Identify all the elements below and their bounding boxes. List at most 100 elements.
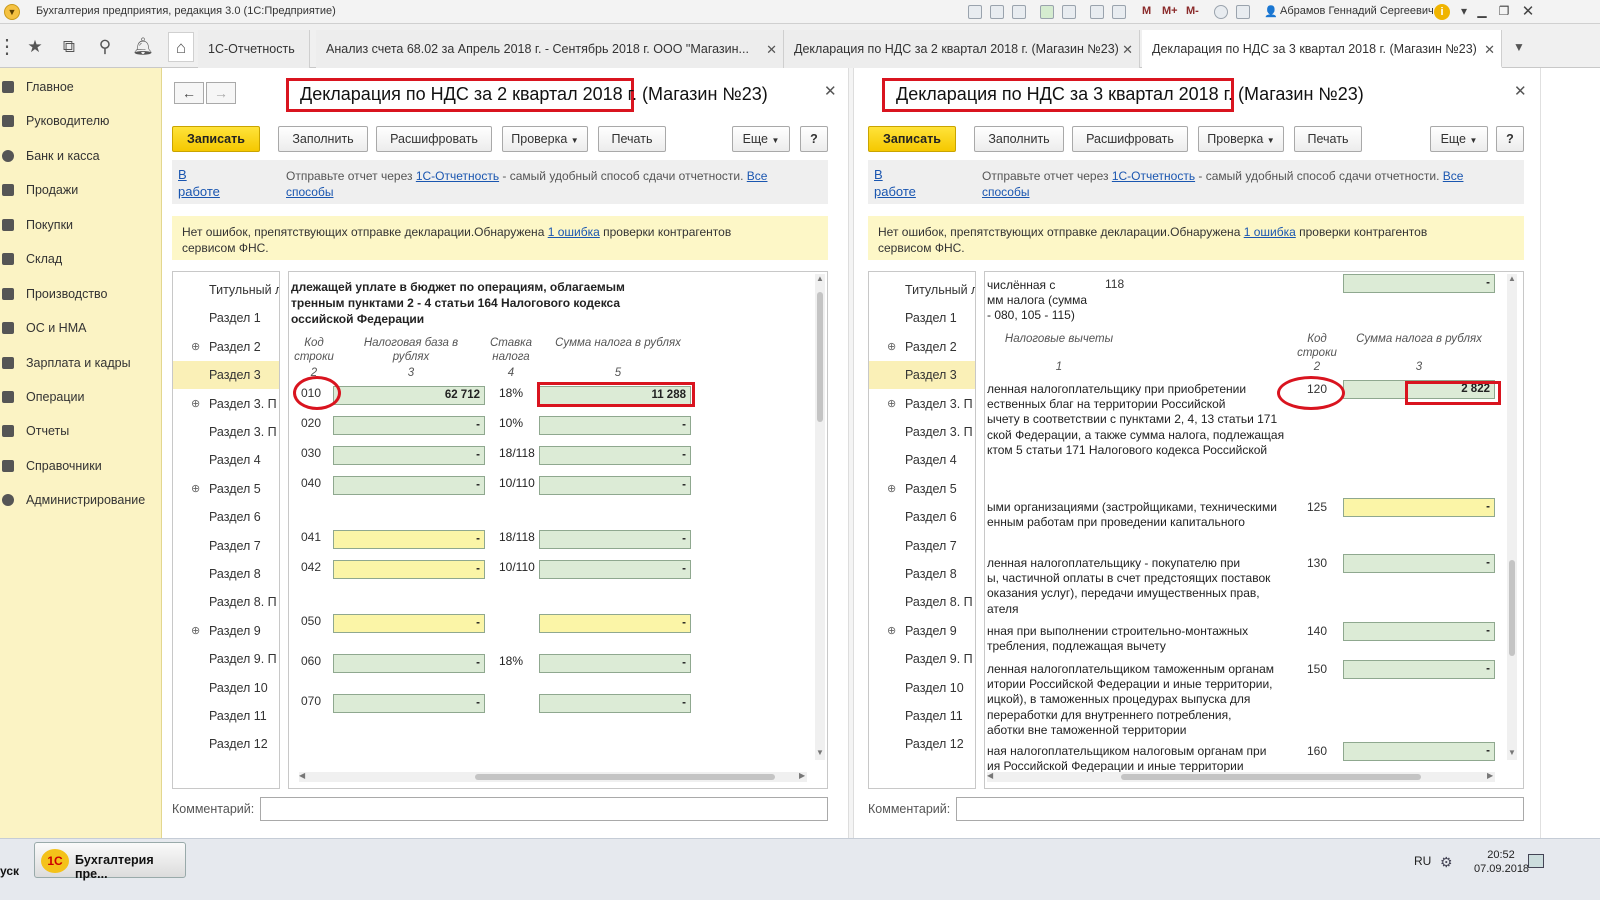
close-icon[interactable]: ✕ — [766, 42, 777, 58]
close-icon[interactable]: ✕ — [824, 82, 837, 100]
error-link[interactable]: 1 ошибка — [1244, 225, 1296, 239]
sidebar-item-bank[interactable]: Банк и касса — [0, 145, 160, 167]
sidebar-item-catalogs[interactable]: Справочники — [0, 455, 160, 477]
tax-base-field[interactable]: - — [333, 694, 485, 713]
search-icon[interactable]: ⚲ — [94, 36, 116, 58]
system-clock[interactable]: 20:52 07.09.2018 — [1474, 848, 1529, 876]
current-user[interactable]: Абрамов Геннадий Сергеевич — [1280, 5, 1434, 17]
fill-button[interactable]: Заполнить — [278, 126, 368, 152]
sidebar-item-main[interactable]: Главное — [0, 76, 160, 98]
sidebar-item-purchases[interactable]: Покупки — [0, 214, 160, 236]
tax-sum-field[interactable]: - — [539, 476, 691, 495]
comment-input[interactable] — [260, 797, 828, 821]
expand-icon[interactable]: ⊕ — [191, 617, 200, 645]
expand-icon[interactable]: ⊕ — [887, 617, 896, 645]
gear-icon[interactable]: ⚙ — [1440, 854, 1453, 871]
fill-button[interactable]: Заполнить — [974, 126, 1064, 152]
star-icon[interactable]: ★ — [24, 36, 46, 58]
sidebar-item-payroll[interactable]: Зарплата и кадры — [0, 352, 160, 374]
print-button[interactable]: Печать — [1294, 126, 1362, 152]
tree-item[interactable]: Титульный л — [869, 276, 975, 304]
scroll-thumb[interactable] — [817, 292, 823, 422]
tax-base-field[interactable]: - — [333, 530, 485, 549]
chevron-left-icon[interactable]: ◀ — [299, 771, 305, 780]
sidebar-item-assets[interactable]: ОС и НМА — [0, 317, 160, 339]
tax-base-field[interactable]: - — [333, 654, 485, 673]
tree-item[interactable]: ⊕ Раздел 3. П — [869, 390, 975, 418]
home-icon[interactable]: ⌂ — [168, 32, 194, 62]
tree-item[interactable]: Раздел 11 — [869, 702, 975, 730]
all-methods-link[interactable]: Все — [747, 169, 768, 183]
restore-button[interactable]: ❐ — [1494, 3, 1514, 20]
tree-item[interactable]: Раздел 8. П — [173, 588, 279, 616]
tree-item[interactable]: Раздел 11 — [173, 702, 279, 730]
menu-icon[interactable]: ⋮ — [0, 36, 18, 58]
sidebar-item-reports[interactable]: Отчеты — [0, 420, 160, 442]
expand-icon[interactable]: ⊕ — [887, 390, 896, 418]
tree-item[interactable]: Раздел 8 — [869, 560, 975, 588]
tax-deduction-field[interactable]: - — [1343, 742, 1495, 761]
chevron-down-icon[interactable]: ▾ — [1454, 3, 1474, 20]
more-dropdown[interactable]: Еще ▼ — [732, 126, 790, 152]
decode-button[interactable]: Расшифровать — [376, 126, 492, 152]
tree-item[interactable]: Раздел 6 — [173, 503, 279, 531]
close-window-button[interactable]: ✕ — [1518, 3, 1538, 20]
status-link[interactable]: Вработе — [874, 166, 916, 200]
tax-deduction-field[interactable]: - — [1343, 622, 1495, 641]
panels-icon[interactable] — [1236, 5, 1250, 19]
check-dropdown[interactable]: Проверка ▼ — [1198, 126, 1284, 152]
chevron-right-icon[interactable]: ▶ — [799, 771, 805, 780]
tab-declaration-q3[interactable]: Декларация по НДС за 3 квартал 2018 г. (… — [1142, 30, 1502, 68]
history-icon[interactable]: ⧉ — [58, 36, 80, 58]
tax-sum-field[interactable]: - — [539, 530, 691, 549]
tree-item[interactable]: Раздел 8. П — [869, 588, 975, 616]
taskbar-app-button[interactable]: 1С Бухгалтерия пре... — [34, 842, 186, 881]
expand-icon[interactable]: ⊕ — [191, 333, 200, 361]
sidebar-item-sales[interactable]: Продажи — [0, 179, 160, 201]
save-button[interactable]: Записать — [172, 126, 260, 152]
sidebar-item-warehouse[interactable]: Склад — [0, 248, 160, 270]
chevron-left-icon[interactable]: ◀ — [987, 771, 993, 780]
tax-base-field[interactable]: - — [333, 560, 485, 579]
upload-icon[interactable] — [1040, 5, 1054, 19]
tree-item[interactable]: Раздел 4 — [173, 446, 279, 474]
help-button[interactable]: ? — [800, 126, 828, 152]
save-icon[interactable] — [968, 5, 982, 19]
tax-base-field[interactable]: - — [333, 446, 485, 465]
help-button[interactable]: ? — [1496, 126, 1524, 152]
memory-minus-button[interactable]: M- — [1186, 5, 1199, 17]
scroll-thumb[interactable] — [475, 774, 775, 780]
tax-deduction-field[interactable]: - — [1343, 554, 1495, 573]
tax-sum-field[interactable]: - — [539, 614, 691, 633]
scroll-thumb[interactable] — [1509, 560, 1515, 656]
tree-item[interactable]: Раздел 3 — [173, 361, 279, 390]
zoom-icon[interactable] — [1214, 5, 1228, 19]
print-icon[interactable] — [990, 5, 1004, 19]
tax-base-field[interactable]: 62 712 — [333, 386, 485, 405]
save-button[interactable]: Записать — [868, 126, 956, 152]
tree-item[interactable]: Раздел 12 — [869, 730, 975, 758]
tree-item[interactable]: ⊕ Раздел 5 — [869, 475, 975, 503]
tree-item[interactable]: ⊕ Раздел 9 — [869, 617, 975, 645]
tax-sum-field[interactable]: - — [539, 446, 691, 465]
tree-item[interactable]: Раздел 1 — [869, 304, 975, 332]
back-button[interactable]: ← — [174, 82, 204, 104]
close-icon[interactable]: ✕ — [1484, 42, 1495, 58]
tree-item[interactable]: Титульный л — [173, 276, 279, 304]
sidebar-item-operations[interactable]: Операции — [0, 386, 160, 408]
chevron-up-icon[interactable]: ▲ — [816, 274, 824, 283]
chevron-down-icon[interactable]: ▼ — [816, 748, 824, 757]
status-link[interactable]: Вработе — [178, 166, 220, 200]
tax-sum-field[interactable]: - — [539, 694, 691, 713]
tax-deduction-field[interactable]: - — [1343, 660, 1495, 679]
close-icon[interactable]: ✕ — [1122, 42, 1133, 58]
tax-sum-field[interactable]: - — [539, 654, 691, 673]
tree-item[interactable]: Раздел 1 — [173, 304, 279, 332]
chevron-right-icon[interactable]: ▶ — [1487, 771, 1493, 780]
all-methods-link[interactable]: Все — [1443, 169, 1464, 183]
start-button[interactable]: уск — [0, 856, 24, 886]
tree-item[interactable]: Раздел 3. П — [869, 418, 975, 446]
sidebar-item-production[interactable]: Производство — [0, 283, 160, 305]
tax-deduction-field[interactable]: - — [1343, 498, 1495, 517]
preview-icon[interactable] — [1012, 5, 1026, 19]
